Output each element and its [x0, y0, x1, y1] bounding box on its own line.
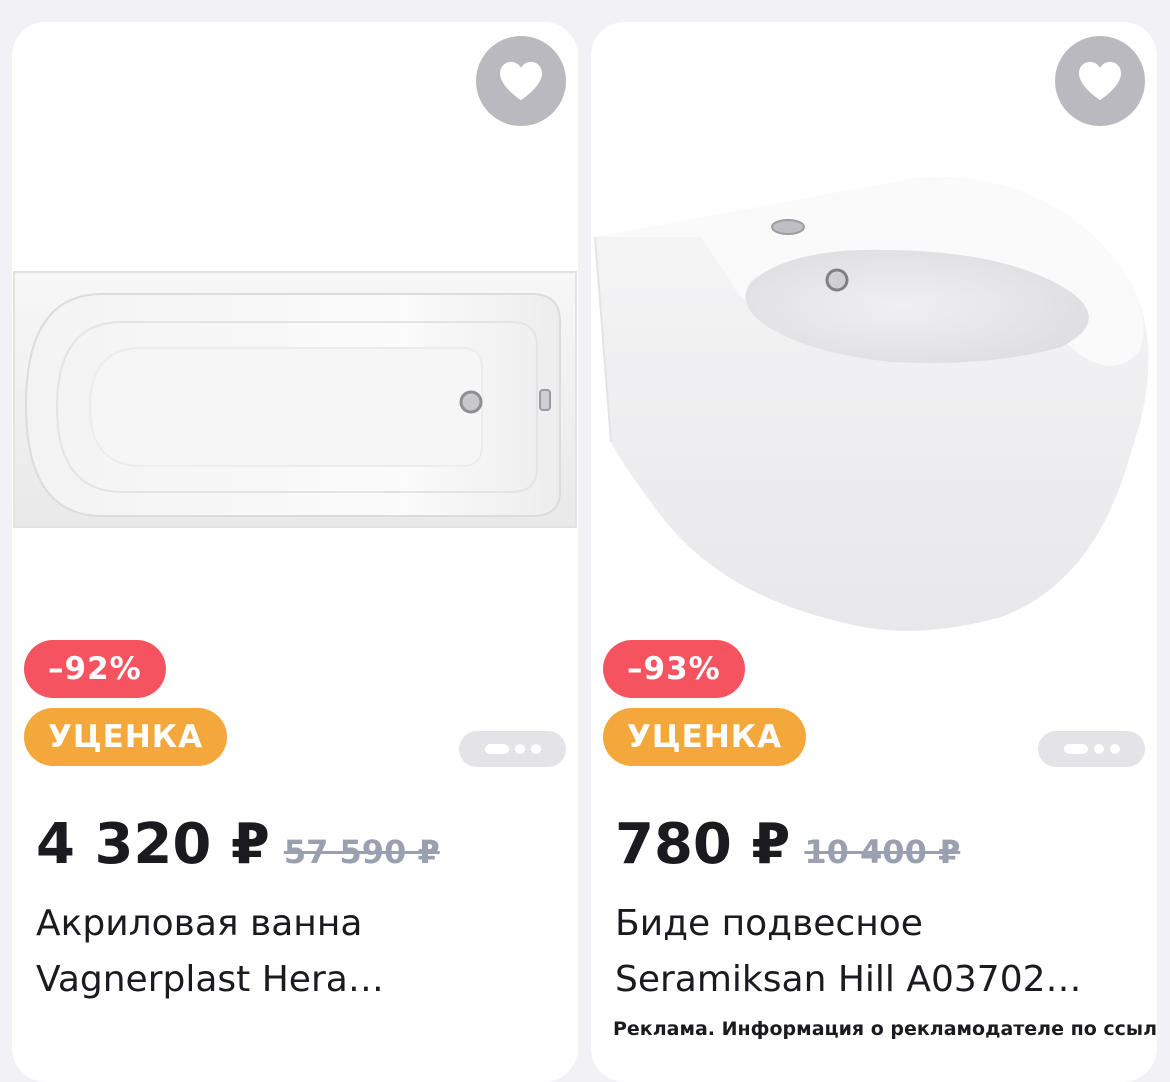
carousel-dot: [530, 744, 541, 754]
favorite-button[interactable]: [1055, 36, 1145, 126]
current-price: 4 320 ₽: [36, 812, 270, 877]
product-title[interactable]: Биде подвесное Seramiksan Hill A03702…: [615, 896, 1135, 1008]
price-row: 4 320 ₽ 57 590 ₽: [36, 812, 440, 877]
carousel-dot-active: [1063, 744, 1088, 754]
product-card[interactable]: –92% УЦЕНКА 4 320 ₽ 57 590 ₽ Акриловая в…: [12, 22, 578, 1082]
heart-icon: [1079, 61, 1121, 101]
markdown-badge: УЦЕНКА: [24, 708, 228, 766]
product-card[interactable]: –93% УЦЕНКА 780 ₽ 10 400 ₽ Биде подвесно…: [591, 22, 1157, 1082]
carousel-dot: [514, 744, 525, 754]
old-price: 57 590 ₽: [283, 833, 440, 871]
carousel-dot-active: [484, 744, 509, 754]
product-title[interactable]: Акриловая ванна Vagnerplast Hera…: [36, 896, 556, 1008]
heart-icon: [500, 61, 542, 101]
discount-badge: –92%: [24, 640, 166, 698]
favorite-button[interactable]: [476, 36, 566, 126]
price-row: 780 ₽ 10 400 ₽: [615, 812, 960, 877]
discount-badge: –93%: [603, 640, 745, 698]
current-price: 780 ₽: [615, 812, 791, 877]
old-price: 10 400 ₽: [804, 833, 961, 871]
markdown-badge: УЦЕНКА: [603, 708, 807, 766]
image-carousel-indicator[interactable]: [459, 731, 566, 767]
image-carousel-indicator[interactable]: [1038, 731, 1145, 767]
advertiser-info-link[interactable]: Реклама. Информация о рекламодателе по с…: [613, 1018, 1157, 1040]
carousel-dot: [1093, 744, 1104, 754]
carousel-dot: [1109, 744, 1120, 754]
